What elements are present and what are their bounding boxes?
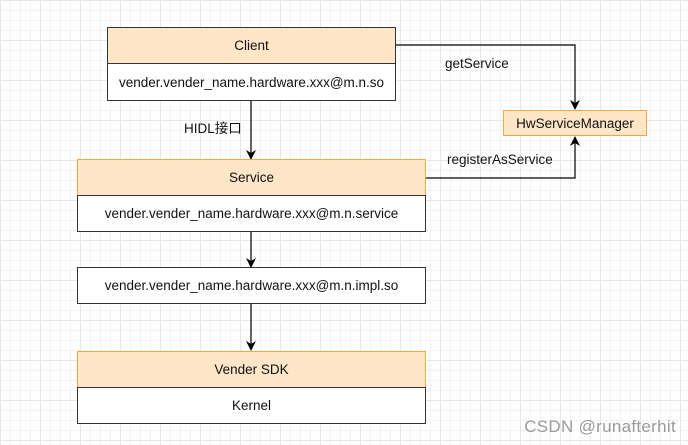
watermark: CSDN @runafterhit xyxy=(524,417,676,436)
vender-sdk-box: Vender SDK xyxy=(77,351,426,388)
kernel-label: Kernel xyxy=(231,398,272,413)
arrow-getservice xyxy=(395,44,580,110)
client-title: Client xyxy=(234,38,269,53)
client-header-box: Client xyxy=(107,27,396,64)
impl-box: vender.vender_name.hardware.xxx@m.n.impl… xyxy=(77,267,426,304)
registerasservice-label: registerAsService xyxy=(447,152,553,167)
vender-sdk-title: Vender SDK xyxy=(214,362,289,377)
kernel-box: Kernel xyxy=(77,387,426,424)
hwservicemanager-box: HwServiceManager xyxy=(503,110,647,136)
impl-label: vender.vender_name.hardware.xxx@m.n.impl… xyxy=(104,278,399,293)
service-title: Service xyxy=(228,170,274,185)
client-library-label: vender.vender_name.hardware.xxx@m.n.so xyxy=(118,74,385,90)
service-header-box: Service xyxy=(77,159,426,196)
service-binary-box: vender.vender_name.hardware.xxx@m.n.serv… xyxy=(77,195,426,232)
hwservicemanager-label: HwServiceManager xyxy=(516,115,634,131)
hidl-interface-label: HIDL接口 xyxy=(184,121,242,136)
getservice-label: getService xyxy=(445,56,509,71)
service-binary-label: vender.vender_name.hardware.xxx@m.n.serv… xyxy=(104,206,399,221)
client-library-box: vender.vender_name.hardware.xxx@m.n.so xyxy=(107,63,396,101)
